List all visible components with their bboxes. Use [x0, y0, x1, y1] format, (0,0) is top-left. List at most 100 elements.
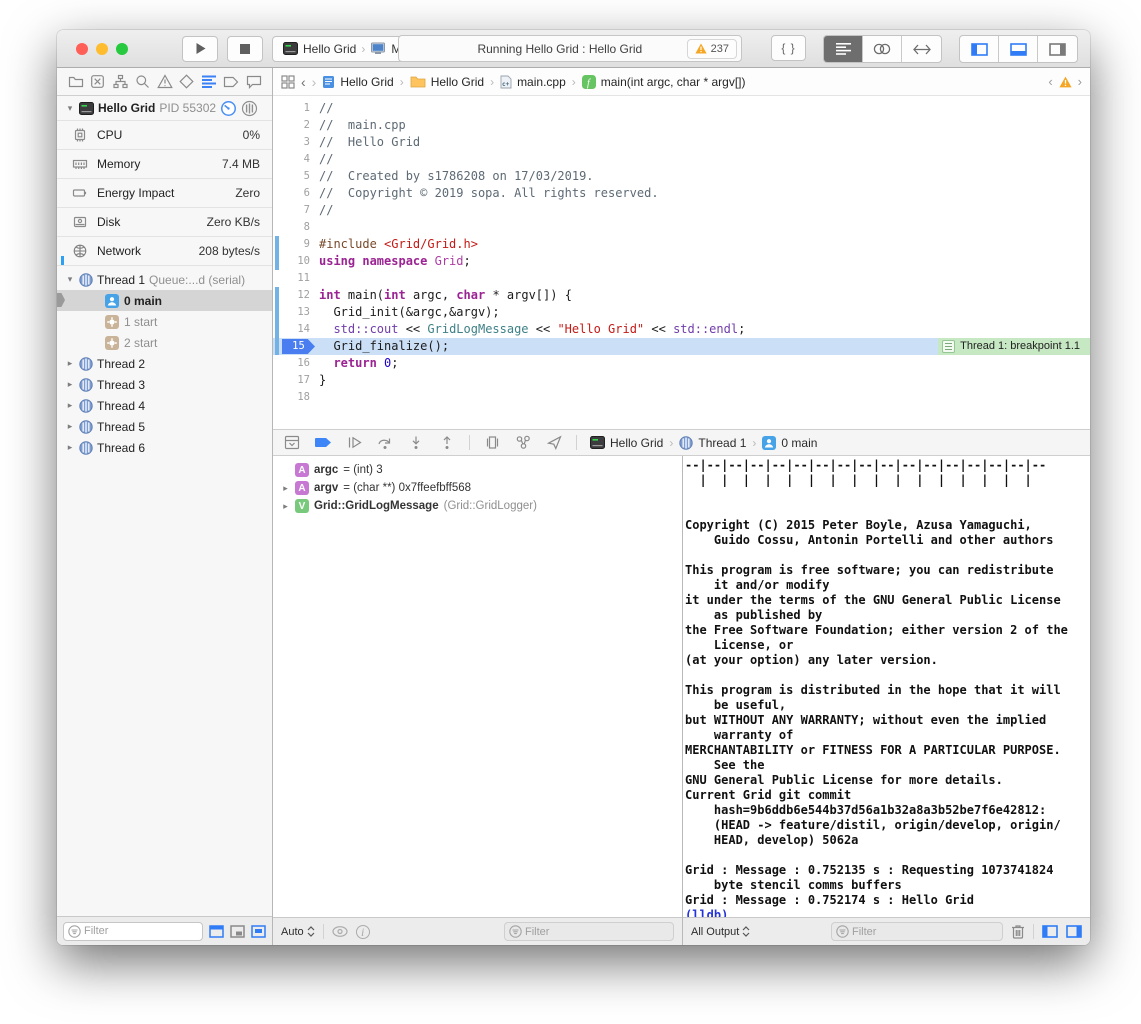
console-filter-field[interactable] [831, 922, 1003, 941]
variable-row[interactable]: ▸Aargv= (char **) 0x7ffeefbff568 [273, 479, 682, 497]
thread-row[interactable]: ▸Thread 6 [57, 437, 272, 458]
toggle-debug-area-button[interactable] [999, 36, 1038, 62]
minimize-window-button[interactable] [96, 43, 108, 55]
debug-breadcrumb-item[interactable]: Thread 1 [679, 436, 746, 450]
code-line[interactable]: 1// [273, 100, 1090, 117]
code-line[interactable]: 3// Hello Grid [273, 134, 1090, 151]
standard-editor-button[interactable] [824, 36, 863, 62]
thread-row[interactable]: ▸Thread 5 [57, 416, 272, 437]
code-review-button[interactable]: { } [771, 35, 806, 61]
close-window-button[interactable] [76, 43, 88, 55]
source-control-navigator-icon[interactable] [89, 73, 106, 90]
line-gutter[interactable]: 9 [273, 236, 319, 253]
step-out-icon[interactable] [438, 435, 456, 451]
disclosure-triangle-icon[interactable]: ▾ [65, 103, 75, 114]
thread-row[interactable]: ▸Thread 2 [57, 353, 272, 374]
line-gutter[interactable]: 2 [273, 117, 319, 134]
quick-look-icon[interactable] [332, 926, 348, 937]
toggle-variables-view-icon[interactable] [1042, 925, 1058, 938]
line-gutter[interactable]: 15 [273, 338, 319, 355]
code-line[interactable]: 16 return 0; [273, 355, 1090, 372]
clear-console-icon[interactable] [1011, 924, 1025, 939]
step-into-icon[interactable] [407, 435, 425, 451]
run-button[interactable] [182, 36, 218, 62]
stack-frame-row[interactable]: 2 start [57, 332, 272, 353]
console-output-popup[interactable]: All Output [691, 926, 750, 938]
console-filter-input[interactable] [852, 926, 998, 938]
line-gutter[interactable]: 8 [273, 219, 319, 236]
gauge-row[interactable]: DiskZero KB/s [57, 208, 272, 237]
related-items-icon[interactable] [281, 75, 295, 89]
show-running-blocks-toggle-icon[interactable] [230, 925, 245, 938]
gauge-row[interactable]: Memory7.4 MB [57, 150, 272, 179]
breadcrumb-item[interactable]: Hello Grid [410, 75, 484, 89]
previous-issue-button[interactable]: ‹ [1048, 74, 1052, 89]
simulate-location-icon[interactable] [545, 435, 563, 451]
gauge-row[interactable]: Network208 bytes/s [57, 237, 272, 266]
code-line[interactable]: 2// main.cpp [273, 117, 1090, 134]
breadcrumb-item[interactable]: Hello Grid [322, 75, 393, 89]
code-line[interactable]: 9#include <Grid/Grid.h> [273, 236, 1090, 253]
console-output[interactable]: --|--|--|--|--|--|--|--|--|--|--|--|--|-… [683, 456, 1090, 917]
zoom-window-button[interactable] [116, 43, 128, 55]
thread-row[interactable]: ▾Thread 1Queue:...d (serial) [57, 269, 272, 290]
variables-filter-field[interactable] [504, 922, 674, 941]
disclosure-triangle-icon[interactable]: ▸ [281, 483, 290, 494]
navigator-filter-field[interactable] [63, 922, 203, 941]
version-editor-button[interactable] [902, 36, 941, 62]
line-gutter[interactable]: 5 [273, 168, 319, 185]
gauge-row[interactable]: Energy ImpactZero [57, 179, 272, 208]
disclosure-triangle-icon[interactable]: ▾ [65, 274, 75, 285]
next-issue-button[interactable]: › [1078, 74, 1082, 89]
code-line[interactable]: 7// [273, 202, 1090, 219]
warning-icon[interactable] [1059, 76, 1072, 88]
code-line[interactable]: 14 std::cout << GridLogMessage << "Hello… [273, 321, 1090, 338]
variables-scope-popup[interactable]: Auto [281, 926, 315, 938]
show-crashed-threads-toggle-icon[interactable] [251, 925, 266, 938]
project-navigator-icon[interactable] [67, 73, 84, 90]
code-line[interactable]: 4// [273, 151, 1090, 168]
breakpoint-badge[interactable]: 15 [282, 339, 315, 354]
line-gutter[interactable]: 17 [273, 372, 319, 389]
line-gutter[interactable]: 6 [273, 185, 319, 202]
find-navigator-icon[interactable] [134, 73, 151, 90]
forward-button[interactable]: › [312, 74, 317, 90]
breadcrumb-item[interactable]: fmain(int argc, char * argv[]) [582, 75, 746, 89]
code-line[interactable]: 6// Copyright © 2019 sopa. All rights re… [273, 185, 1090, 202]
issue-navigator-icon[interactable] [156, 73, 173, 90]
info-icon[interactable]: i [356, 925, 370, 939]
assistant-editor-button[interactable] [863, 36, 902, 62]
line-gutter[interactable]: 12 [273, 287, 319, 304]
continue-icon[interactable] [345, 435, 363, 451]
code-line[interactable]: 18 [273, 389, 1090, 406]
memory-graph-icon[interactable] [514, 435, 532, 451]
disclosure-triangle-icon[interactable]: ▸ [65, 400, 75, 411]
disclosure-triangle-icon[interactable]: ▸ [65, 442, 75, 453]
line-gutter[interactable]: 1 [273, 100, 319, 117]
code-line[interactable]: 10using namespace Grid; [273, 253, 1090, 270]
line-gutter[interactable]: 18 [273, 389, 319, 406]
thread-row[interactable]: ▸Thread 3 [57, 374, 272, 395]
debug-breadcrumb-item[interactable]: 0 main [762, 436, 817, 450]
performance-gauge-icon[interactable] [220, 100, 237, 117]
code-line[interactable]: 11 [273, 270, 1090, 287]
disclosure-triangle-icon[interactable]: ▸ [65, 358, 75, 369]
line-gutter[interactable]: 10 [273, 253, 319, 270]
source-editor[interactable]: 1//2// main.cpp3// Hello Grid4//5// Crea… [273, 96, 1090, 429]
breakpoint-navigator-icon[interactable] [223, 73, 240, 90]
line-gutter[interactable]: 16 [273, 355, 319, 372]
process-row[interactable]: ▾ Hello Grid PID 55302 [57, 96, 272, 121]
toggle-navigator-button[interactable] [960, 36, 999, 62]
disclosure-triangle-icon[interactable]: ▸ [65, 379, 75, 390]
navigator-filter-input[interactable] [84, 925, 198, 937]
line-gutter[interactable]: 14 [273, 321, 319, 338]
code-line[interactable]: 12int main(int argc, char * argv[]) { [273, 287, 1090, 304]
line-gutter[interactable]: 13 [273, 304, 319, 321]
symbol-navigator-icon[interactable] [112, 73, 129, 90]
code-line[interactable]: 8 [273, 219, 1090, 236]
line-gutter[interactable]: 7 [273, 202, 319, 219]
debug-navigator-icon[interactable] [201, 73, 218, 90]
disclosure-triangle-icon[interactable]: ▸ [65, 421, 75, 432]
back-button[interactable]: ‹ [301, 74, 306, 90]
report-navigator-icon[interactable] [245, 73, 262, 90]
